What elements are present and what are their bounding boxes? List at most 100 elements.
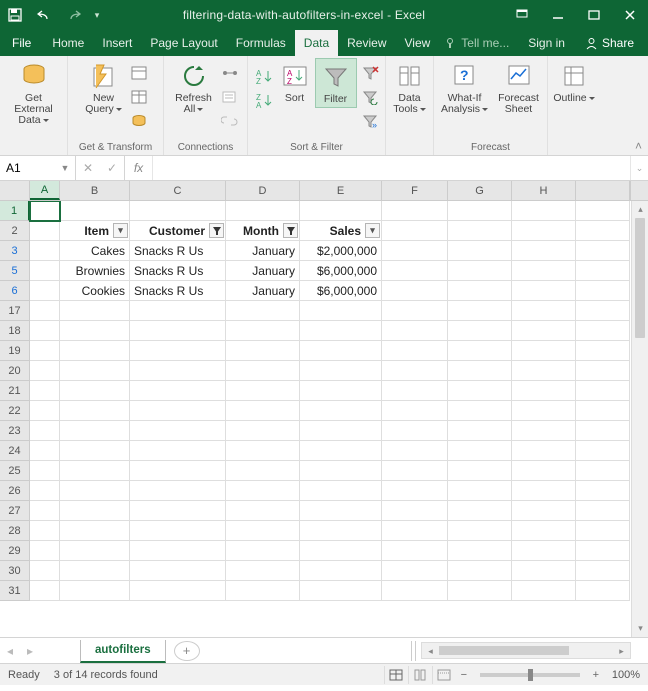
cell-x18[interactable] xyxy=(576,321,630,341)
view-page-layout-button[interactable] xyxy=(408,666,432,684)
cell-A26[interactable] xyxy=(30,481,60,501)
cell-H5[interactable] xyxy=(512,261,576,281)
cell-H30[interactable] xyxy=(512,561,576,581)
advanced-filter-button[interactable]: » xyxy=(359,110,381,132)
cell-B18[interactable] xyxy=(60,321,130,341)
cell-E3[interactable]: $2,000,000 xyxy=(300,241,382,261)
cell-B5[interactable]: Brownies xyxy=(60,261,130,281)
cell-x17[interactable] xyxy=(576,301,630,321)
cell-B22[interactable] xyxy=(60,401,130,421)
cell-D26[interactable] xyxy=(226,481,300,501)
cell-G1[interactable] xyxy=(448,201,512,221)
row-header-29[interactable]: 29 xyxy=(0,541,30,561)
row-header-22[interactable]: 22 xyxy=(0,401,30,421)
vscroll-thumb[interactable] xyxy=(635,218,645,338)
properties-button[interactable] xyxy=(219,86,241,108)
recent-sources-button[interactable] xyxy=(129,110,151,132)
row-header-6[interactable]: 6 xyxy=(0,281,30,301)
filter-button[interactable]: Filter xyxy=(315,58,357,108)
cell-x5[interactable] xyxy=(576,261,630,281)
row-header-19[interactable]: 19 xyxy=(0,341,30,361)
cell-F29[interactable] xyxy=(382,541,448,561)
cell-B25[interactable] xyxy=(60,461,130,481)
cell-H3[interactable] xyxy=(512,241,576,261)
cell-E28[interactable] xyxy=(300,521,382,541)
formula-input[interactable] xyxy=(153,156,630,180)
cell-G5[interactable] xyxy=(448,261,512,281)
file-tab[interactable]: File xyxy=(0,30,43,56)
cell-H31[interactable] xyxy=(512,581,576,601)
cell-G29[interactable] xyxy=(448,541,512,561)
cell-H22[interactable] xyxy=(512,401,576,421)
cell-D17[interactable] xyxy=(226,301,300,321)
cell-C3[interactable]: Snacks R Us xyxy=(130,241,226,261)
cell-E20[interactable] xyxy=(300,361,382,381)
cell-H25[interactable] xyxy=(512,461,576,481)
cell-F19[interactable] xyxy=(382,341,448,361)
row-header-25[interactable]: 25 xyxy=(0,461,30,481)
cell-E29[interactable] xyxy=(300,541,382,561)
sort-asc-button[interactable]: AZ xyxy=(253,66,275,88)
column-header-C[interactable]: C xyxy=(130,181,226,200)
qat-customize-button[interactable]: ▾ xyxy=(90,0,104,30)
cell-A18[interactable] xyxy=(30,321,60,341)
cell-C27[interactable] xyxy=(130,501,226,521)
cell-D21[interactable] xyxy=(226,381,300,401)
redo-button[interactable] xyxy=(60,0,90,30)
filter-dropdown-button[interactable] xyxy=(113,223,128,238)
cell-A22[interactable] xyxy=(30,401,60,421)
tab-page-layout[interactable]: Page Layout xyxy=(141,30,226,56)
zoom-level[interactable]: 100% xyxy=(612,669,640,681)
cell-D18[interactable] xyxy=(226,321,300,341)
cell-H18[interactable] xyxy=(512,321,576,341)
cell-C18[interactable] xyxy=(130,321,226,341)
collapse-ribbon-button[interactable]: ˄ xyxy=(635,139,642,153)
cell-E17[interactable] xyxy=(300,301,382,321)
cell-H29[interactable] xyxy=(512,541,576,561)
cell-H19[interactable] xyxy=(512,341,576,361)
cell-D2[interactable]: Month xyxy=(226,221,300,241)
cell-B29[interactable] xyxy=(60,541,130,561)
cell-G28[interactable] xyxy=(448,521,512,541)
scroll-left-button[interactable]: ◂ xyxy=(422,643,439,660)
cell-G23[interactable] xyxy=(448,421,512,441)
tab-split-handle[interactable] xyxy=(411,641,416,661)
cell-D6[interactable]: January xyxy=(226,281,300,301)
cell-F22[interactable] xyxy=(382,401,448,421)
cell-C24[interactable] xyxy=(130,441,226,461)
cell-E21[interactable] xyxy=(300,381,382,401)
clear-filter-button[interactable] xyxy=(359,62,381,84)
cell-A29[interactable] xyxy=(30,541,60,561)
insert-function-button[interactable]: fx xyxy=(125,156,153,180)
cell-x25[interactable] xyxy=(576,461,630,481)
cell-E18[interactable] xyxy=(300,321,382,341)
tell-me-search[interactable]: Tell me... xyxy=(439,30,515,56)
cell-x27[interactable] xyxy=(576,501,630,521)
row-header-3[interactable]: 3 xyxy=(0,241,30,261)
tab-scroll-first[interactable]: ◂ xyxy=(0,644,20,658)
cell-C25[interactable] xyxy=(130,461,226,481)
cell-C26[interactable] xyxy=(130,481,226,501)
row-header-23[interactable]: 23 xyxy=(0,421,30,441)
from-table-button[interactable] xyxy=(129,86,151,108)
cell-D5[interactable]: January xyxy=(226,261,300,281)
cell-F2[interactable] xyxy=(382,221,448,241)
cell-F18[interactable] xyxy=(382,321,448,341)
horizontal-scrollbar[interactable]: ◂ ▸ xyxy=(421,642,631,659)
cell-H2[interactable] xyxy=(512,221,576,241)
cell-E19[interactable] xyxy=(300,341,382,361)
tab-home[interactable]: Home xyxy=(43,30,93,56)
cell-A5[interactable] xyxy=(30,261,60,281)
cell-B24[interactable] xyxy=(60,441,130,461)
scroll-down-button[interactable]: ▾ xyxy=(632,620,648,637)
close-button[interactable] xyxy=(612,0,648,30)
cell-F26[interactable] xyxy=(382,481,448,501)
filter-dropdown-button[interactable] xyxy=(365,223,380,238)
cell-G18[interactable] xyxy=(448,321,512,341)
cell-x24[interactable] xyxy=(576,441,630,461)
cell-E27[interactable] xyxy=(300,501,382,521)
zoom-in-button[interactable]: + xyxy=(588,669,604,681)
cell-F3[interactable] xyxy=(382,241,448,261)
cell-x3[interactable] xyxy=(576,241,630,261)
cell-C29[interactable] xyxy=(130,541,226,561)
